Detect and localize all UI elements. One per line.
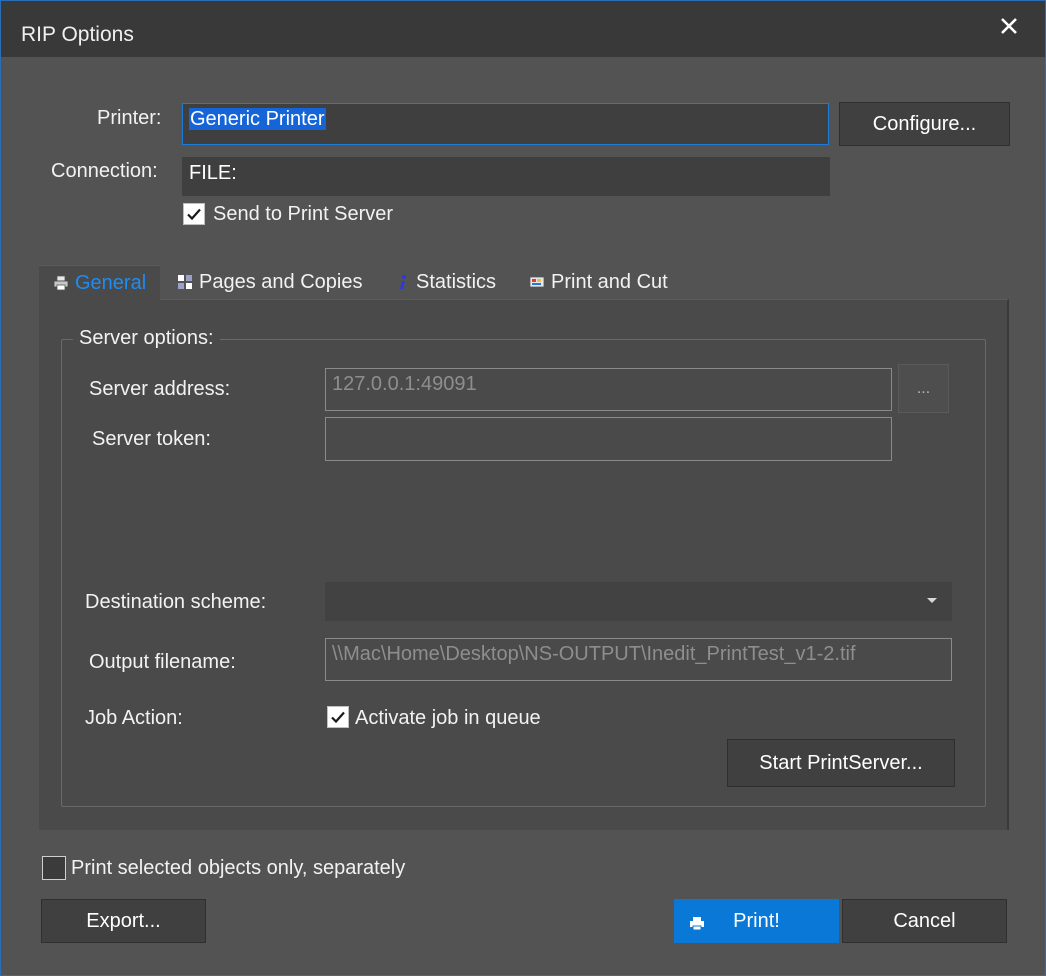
server-address-label: Server address: [89, 378, 231, 400]
printer-icon [689, 914, 705, 937]
print-selected-checkbox[interactable] [42, 856, 66, 880]
print-button-label: Print! [733, 909, 780, 932]
tab-general[interactable]: General [39, 265, 161, 300]
printer-label: Printer: [97, 107, 162, 129]
tab-statistics-label: Statistics [416, 270, 497, 293]
start-printserver-button[interactable]: Start PrintServer... [727, 739, 955, 787]
connection-field: FILE: [182, 157, 830, 196]
tab-print-and-cut-label: Print and Cut [551, 270, 668, 293]
configure-button[interactable]: Configure... [839, 102, 1010, 146]
print-selected-label: Print selected objects only, separately [71, 857, 406, 879]
server-token-label: Server token: [92, 428, 211, 450]
export-button[interactable]: Export... [41, 899, 206, 943]
destination-scheme-dropdown[interactable] [325, 582, 952, 621]
check-icon [331, 711, 345, 724]
close-button[interactable] [991, 11, 1027, 41]
close-icon [1001, 18, 1017, 34]
activate-job-label: Activate job in queue [355, 707, 541, 729]
cancel-button[interactable]: Cancel [842, 899, 1007, 943]
send-to-print-server-checkbox[interactable] [183, 203, 205, 225]
tab-print-and-cut[interactable]: Print and Cut [529, 265, 668, 299]
chevron-down-icon [927, 598, 937, 603]
tab-pages-and-copies-label: Pages and Copies [199, 270, 363, 293]
server-options-title: Server options: [73, 327, 220, 350]
output-filename-label: Output filename: [89, 651, 236, 673]
tab-pages-and-copies[interactable]: Pages and Copies [177, 265, 362, 299]
server-token-input[interactable] [325, 417, 892, 461]
tab-general-label: General [75, 271, 147, 294]
tab-statistics[interactable]: Statistics [396, 265, 496, 299]
server-address-input[interactable]: 127.0.0.1:49091 [325, 368, 892, 411]
info-icon [396, 274, 410, 290]
rip-options-dialog: RIP Options Printer: Generic Printer Con… [0, 0, 1046, 976]
print-cut-icon [529, 274, 545, 290]
send-to-print-server-label: Send to Print Server [213, 203, 394, 225]
print-button[interactable]: Print! [674, 899, 839, 943]
output-filename-input[interactable]: \\Mac\Home\Desktop\NS-OUTPUT\Inedit_Prin… [325, 638, 952, 681]
title-bar: RIP Options [1, 1, 1045, 57]
connection-label: Connection: [51, 160, 158, 182]
destination-scheme-label: Destination scheme: [85, 591, 267, 613]
check-icon [187, 208, 201, 221]
printer-value: Generic Printer [189, 108, 326, 130]
activate-job-checkbox[interactable] [327, 706, 349, 728]
printer-icon [53, 275, 69, 291]
pages-icon [177, 274, 193, 290]
job-action-label: Job Action: [85, 707, 183, 729]
printer-field[interactable]: Generic Printer [182, 103, 829, 145]
window-title: RIP Options [21, 23, 134, 46]
browse-server-button[interactable]: ... [898, 364, 949, 413]
